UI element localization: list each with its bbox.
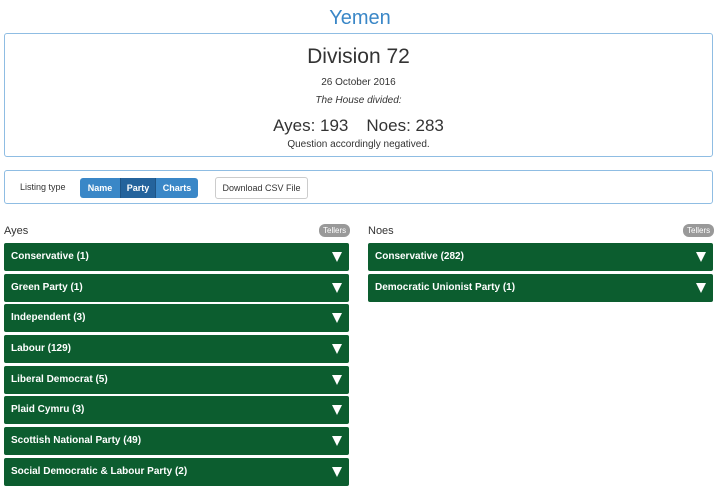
division-date: 26 October 2016 (321, 77, 396, 88)
triangle-down-icon (696, 252, 706, 262)
division-result: Question accordingly negatived. (287, 139, 430, 150)
ayes-party-list: Conservative (1) Green Party (1) Indepen… (4, 243, 349, 489)
listing-type-group: Name Party Charts (80, 178, 198, 198)
ayes-party-green[interactable]: Green Party (1) (4, 273, 349, 302)
party-label: Green Party (1) (11, 281, 83, 293)
party-label: Social Democratic & Labour Party (2) (11, 465, 188, 477)
listing-name-button[interactable]: Name (80, 178, 120, 198)
triangle-down-icon (332, 313, 342, 324)
ayes-heading: Ayes (4, 225, 29, 237)
ayes-party-labour[interactable]: Labour (129) (4, 335, 349, 364)
party-label: Scottish National Party (49) (11, 435, 142, 447)
triangle-down-icon (332, 436, 342, 447)
party-label: Plaid Cymru (3) (11, 404, 85, 416)
listing-party-button[interactable]: Party (120, 178, 156, 198)
ayes-party-sdlp[interactable]: Social Democratic & Labour Party (2) (4, 457, 349, 486)
party-label: Conservative (1) (11, 251, 89, 262)
triangle-down-icon (332, 466, 342, 477)
party-label: Democratic Unionist Party (1) (375, 281, 516, 293)
party-label: Independent (3) (11, 312, 86, 324)
ayes-party-plaid-cymru[interactable]: Plaid Cymru (3) (4, 396, 349, 425)
ayes-party-independent[interactable]: Independent (3) (4, 304, 349, 333)
ayes-party-snp[interactable]: Scottish National Party (49) (4, 427, 349, 456)
division-divided-text: The House divided: (315, 95, 402, 106)
listing-type-label: Listing type (20, 182, 66, 192)
noes-party-dup[interactable]: Democratic Unionist Party (1) (368, 273, 713, 302)
triangle-down-icon (332, 344, 342, 355)
download-csv-button[interactable]: Download CSV File (215, 177, 308, 199)
division-heading: Division 72 (307, 45, 410, 68)
ayes-count: Ayes: 193 (273, 116, 349, 135)
triangle-down-icon (696, 282, 706, 293)
listing-toolbar: Listing type Name Party Charts Download … (4, 170, 713, 204)
noes-party-conservative[interactable]: Conservative (282) (368, 243, 713, 271)
noes-party-list: Conservative (282) Democratic Unionist P… (368, 243, 713, 304)
noes-heading: Noes (368, 225, 394, 237)
triangle-down-icon (332, 405, 342, 416)
noes-count: Noes: 283 (366, 116, 444, 135)
division-summary: Division 72 26 October 2016 The House di… (4, 33, 713, 157)
noes-tellers-badge[interactable]: Tellers (683, 224, 715, 237)
triangle-down-icon (332, 282, 342, 293)
page-title: Yemen (329, 7, 391, 29)
party-label: Liberal Democrat (5) (11, 373, 108, 385)
ayes-tellers-badge[interactable]: Tellers (319, 224, 351, 237)
party-label: Conservative (282) (375, 251, 464, 262)
triangle-down-icon (332, 374, 342, 385)
listing-charts-button[interactable]: Charts (156, 178, 198, 198)
triangle-down-icon (332, 252, 342, 262)
ayes-party-liberal-democrat[interactable]: Liberal Democrat (5) (4, 365, 349, 394)
party-label: Labour (129) (11, 343, 72, 355)
ayes-party-conservative[interactable]: Conservative (1) (4, 243, 349, 271)
division-counts: Ayes: 193 Noes: 283 (5, 116, 712, 136)
